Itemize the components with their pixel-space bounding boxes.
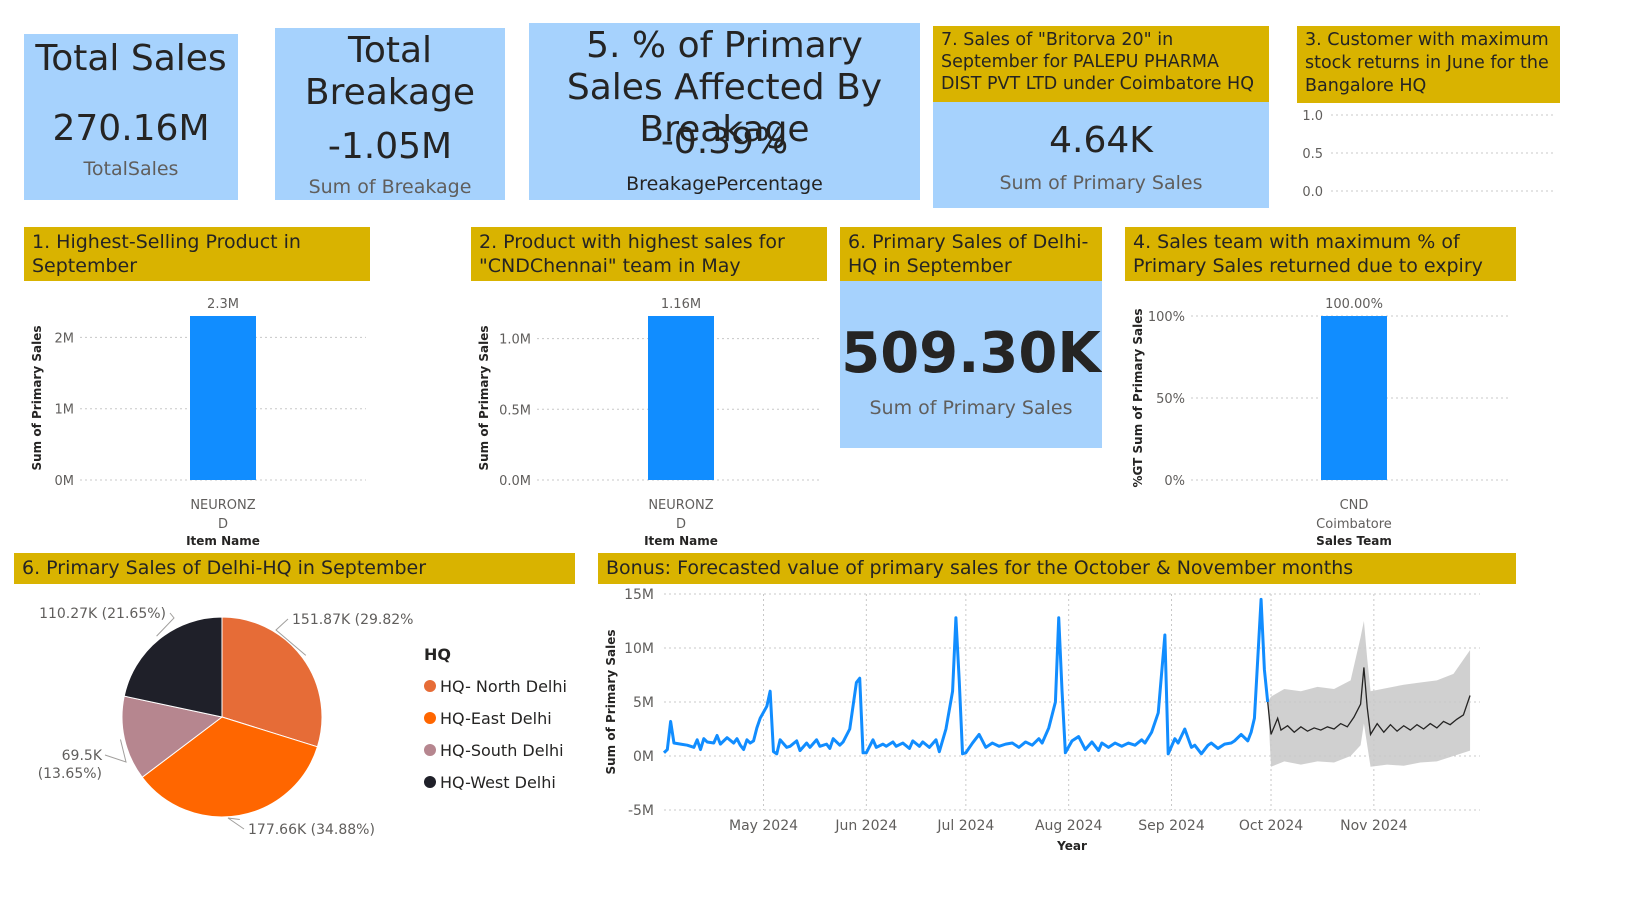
legend-label-south: HQ-South Delhi [440,740,564,760]
customer-returns-yticks: 1.0 0.5 0.0 [1302,109,1555,200]
forecast-ytick: 5M [633,695,654,711]
pie-data-label: 151.87K (29.82%) [292,612,414,628]
bar-yaxis-title: %GT Sum of Primary Sales [1131,308,1145,487]
legend-dot-north [424,680,436,692]
bar [190,316,256,480]
legend-label-north: HQ- North Delhi [440,676,567,696]
bar-ytick: 0M [55,474,75,489]
forecast-xtick: May 2024 [729,818,798,834]
bar-ytick: 100% [1148,310,1185,325]
breakage-percentage-card: 5. % of Primary Sales Affected By Breaka… [529,23,920,200]
forecast-ytick: -5M [628,803,654,819]
total-sales-card: Total Sales 270.16M TotalSales [24,34,238,200]
customer-returns-chart: 1.0 0.5 0.0 [1302,109,1555,200]
customer-returns-ytick: 0.0 [1302,185,1323,200]
legend-item-west-delhi[interactable]: HQ-West Delhi [424,766,567,798]
pie-data-label: 69.5K [62,748,103,764]
total-sales-label: TotalSales [83,158,179,180]
legend-item-east-delhi[interactable]: HQ-East Delhi [424,702,567,734]
legend-label-west: HQ-West Delhi [440,772,556,792]
forecast-ytick: 0M [633,749,654,765]
bar-category-label: CND [1340,498,1369,513]
delhi-sales-title: 6. Primary Sales of Delhi-HQ in Septembe… [840,227,1102,281]
customer-returns-ytick: 0.5 [1302,147,1323,162]
forecast-ytick: 10M [624,641,654,657]
forecast-xtick: Sep 2024 [1138,818,1205,834]
delhi-sales-label: Sum of Primary Sales [869,397,1073,419]
total-sales-value: 270.16M [52,108,210,149]
pie-data-label: (13.65%) [38,766,102,782]
pie-data-label: 177.66K (34.88%) [248,822,375,838]
pie-legend-title: HQ [424,645,451,664]
pie-data-label: 110.27K (21.65%) [39,606,166,622]
bar-xaxis-title: Sales Team [1316,534,1392,548]
legend-item-north-delhi[interactable]: HQ- North Delhi [424,670,567,702]
total-sales-title: Total Sales [35,38,227,79]
bar-ytick: 0% [1164,474,1185,489]
sales-team-expiry-chart: 100% 50% 0% 100.00% CND Coimbatore Sales Team%… [1131,297,1508,548]
total-breakage-card: Total Breakage -1.05M Sum of Breakage [275,28,505,200]
bar-data-label: 100.00% [1325,297,1383,312]
bar-xaxis-title: Item Name [644,534,718,548]
legend-dot-west [424,776,436,788]
cnd-chennai-header: 2. Product with highest sales for "CNDCh… [471,227,827,281]
bar-xaxis-title: Item Name [186,534,260,548]
bar-ytick: 0.0M [499,474,531,489]
bar [1321,316,1387,480]
bar-category-label: Coimbatore [1316,517,1392,532]
forecast-yaxis-title: Sum of Primary Sales [604,630,618,775]
forecast-confidence-band [1267,621,1471,767]
bar [648,316,714,480]
forecast-header: Bonus: Forecasted value of primary sales… [598,553,1516,584]
breakage-percentage-value: -0.39% [660,121,789,162]
pie-leader-line [104,739,127,763]
customer-returns-header: 3. Customer with maximum stock returns i… [1297,26,1560,103]
britorva-sales-value: 4.64K [1049,120,1153,161]
bar-ytick: 1.0M [499,333,531,348]
bar-yaxis-title: Sum of Primary Sales [477,326,491,471]
bar-category-label: D [218,517,228,532]
britorva-sales-title: 7. Sales of "Britorva 20" in September f… [933,26,1269,102]
total-breakage-title: Total Breakage [304,30,476,113]
legend-dot-south [424,744,436,756]
pie-leader-line [227,817,245,830]
bar-ytick: 2M [55,331,75,346]
forecast-ytick: 15M [624,587,654,603]
breakage-percentage-label: BreakagePercentage [626,173,823,195]
forecast-xtick: Jun 2024 [834,818,897,834]
bar-ytick: 1M [55,403,75,418]
forecast-xtick: Aug 2024 [1035,818,1103,834]
bar-category-label: D [676,517,686,532]
legend-item-south-delhi[interactable]: HQ-South Delhi [424,734,567,766]
total-breakage-value: -1.05M [327,126,453,167]
britorva-sales-label: Sum of Primary Sales [999,172,1203,194]
forecast-line-chart: 15M 10M 5M 0M -5M May 2024 Jun 2024 Jul 2024 Aug… [604,587,1480,853]
legend-label-east: HQ-East Delhi [440,708,552,728]
bar-data-label: 1.16M [661,297,701,312]
bar-ytick: 50% [1156,392,1185,407]
sales-team-expiry-header: 4. Sales team with maximum % of Primary … [1125,227,1516,281]
delhi-pie-header: 6. Primary Sales of Delhi-HQ in Septembe… [14,553,575,584]
bar-category-label: NEURONZ [190,498,255,513]
forecast-xtick: Jul 2024 [936,818,994,834]
bar-ytick: 0.5M [499,403,531,418]
bar-yaxis-title: Sum of Primary Sales [30,326,44,471]
bar-data-label: 2.3M [207,297,239,312]
pie-legend: HQ HQ- North Delhi HQ-East Delhi HQ-Sout… [424,645,567,798]
forecast-xtick: Oct 2024 [1239,818,1303,834]
highest-product-header: 1. Highest-Selling Product in September [24,227,370,281]
forecast-xaxis-title: Year [1056,839,1087,853]
total-breakage-label: Sum of Breakage [308,176,472,198]
delhi-pie-chart: 151.87K (29.82%) 177.66K (34.88%) 69.5K (13… [38,606,414,838]
cnd-chennai-chart: 1.0M 0.5M 0.0M 1.16M NEURONZ D Item Name Sum of… [477,297,819,548]
customer-returns-ytick: 1.0 [1302,109,1323,124]
forecast-xtick: Nov 2024 [1340,818,1407,834]
highest-product-chart: 2M 1M 0M 2.3M NEURONZ D Item Name Sum of Primar… [30,297,366,548]
legend-dot-east [424,712,436,724]
delhi-sales-value: 509.30K [841,321,1101,386]
bar-category-label: NEURONZ [648,498,713,513]
